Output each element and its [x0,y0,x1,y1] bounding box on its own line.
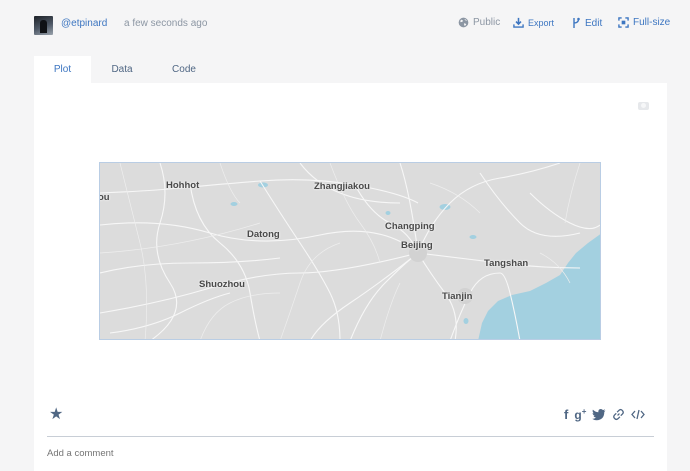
star-icon[interactable]: ★ [49,407,63,423]
city-label: Datong [247,229,280,240]
link-icon[interactable] [612,408,625,421]
expand-icon [618,17,629,28]
fork-icon [573,17,580,28]
lake [463,318,469,324]
share-bar: f g+ [564,408,646,422]
city-label: Shuozhou [199,279,245,290]
edit-button[interactable]: Edit [571,17,602,29]
tab-plot[interactable]: Plot [34,56,91,83]
tab-code[interactable]: Code [160,56,208,83]
globe-icon [458,17,469,28]
embed-icon[interactable] [631,409,646,420]
facebook-icon[interactable]: f [564,408,568,421]
camera-icon[interactable] [638,102,649,110]
lake [469,235,477,239]
divider [47,436,654,437]
comment-input[interactable] [47,448,347,459]
map-plot[interactable]: ou Hohhot Zhangjiakou Datong Changping B… [99,162,601,340]
edit-label: Edit [585,17,603,29]
city-label: Changping [385,221,435,232]
fullsize-button[interactable]: Full-size [618,17,670,28]
google-plus-icon[interactable]: g+ [574,408,586,422]
avatar[interactable] [34,16,53,35]
city-label: Zhangjiakou [314,181,370,192]
timestamp: a few seconds ago [124,18,208,29]
plot-panel: ou Hohhot Zhangjiakou Datong Changping B… [34,83,667,471]
public-indicator[interactable]: Public [458,17,500,28]
city-label: Beijing [401,240,433,251]
export-button[interactable]: Export [513,17,554,28]
city-label: Tangshan [484,258,529,269]
lake [385,211,391,215]
city-label: Hohhot [166,180,200,191]
tab-data[interactable]: Data [98,56,146,83]
export-label: Export [528,17,555,28]
city-label: Tianjin [442,291,473,302]
city-label: ou [99,192,110,203]
header: @etpinard a few seconds ago Public Expor… [0,0,690,50]
twitter-icon[interactable] [592,408,606,421]
download-icon [513,17,524,28]
public-label: Public [473,17,501,28]
fullsize-label: Full-size [633,17,671,28]
lake [230,202,238,206]
username-link[interactable]: @etpinard [61,18,107,29]
